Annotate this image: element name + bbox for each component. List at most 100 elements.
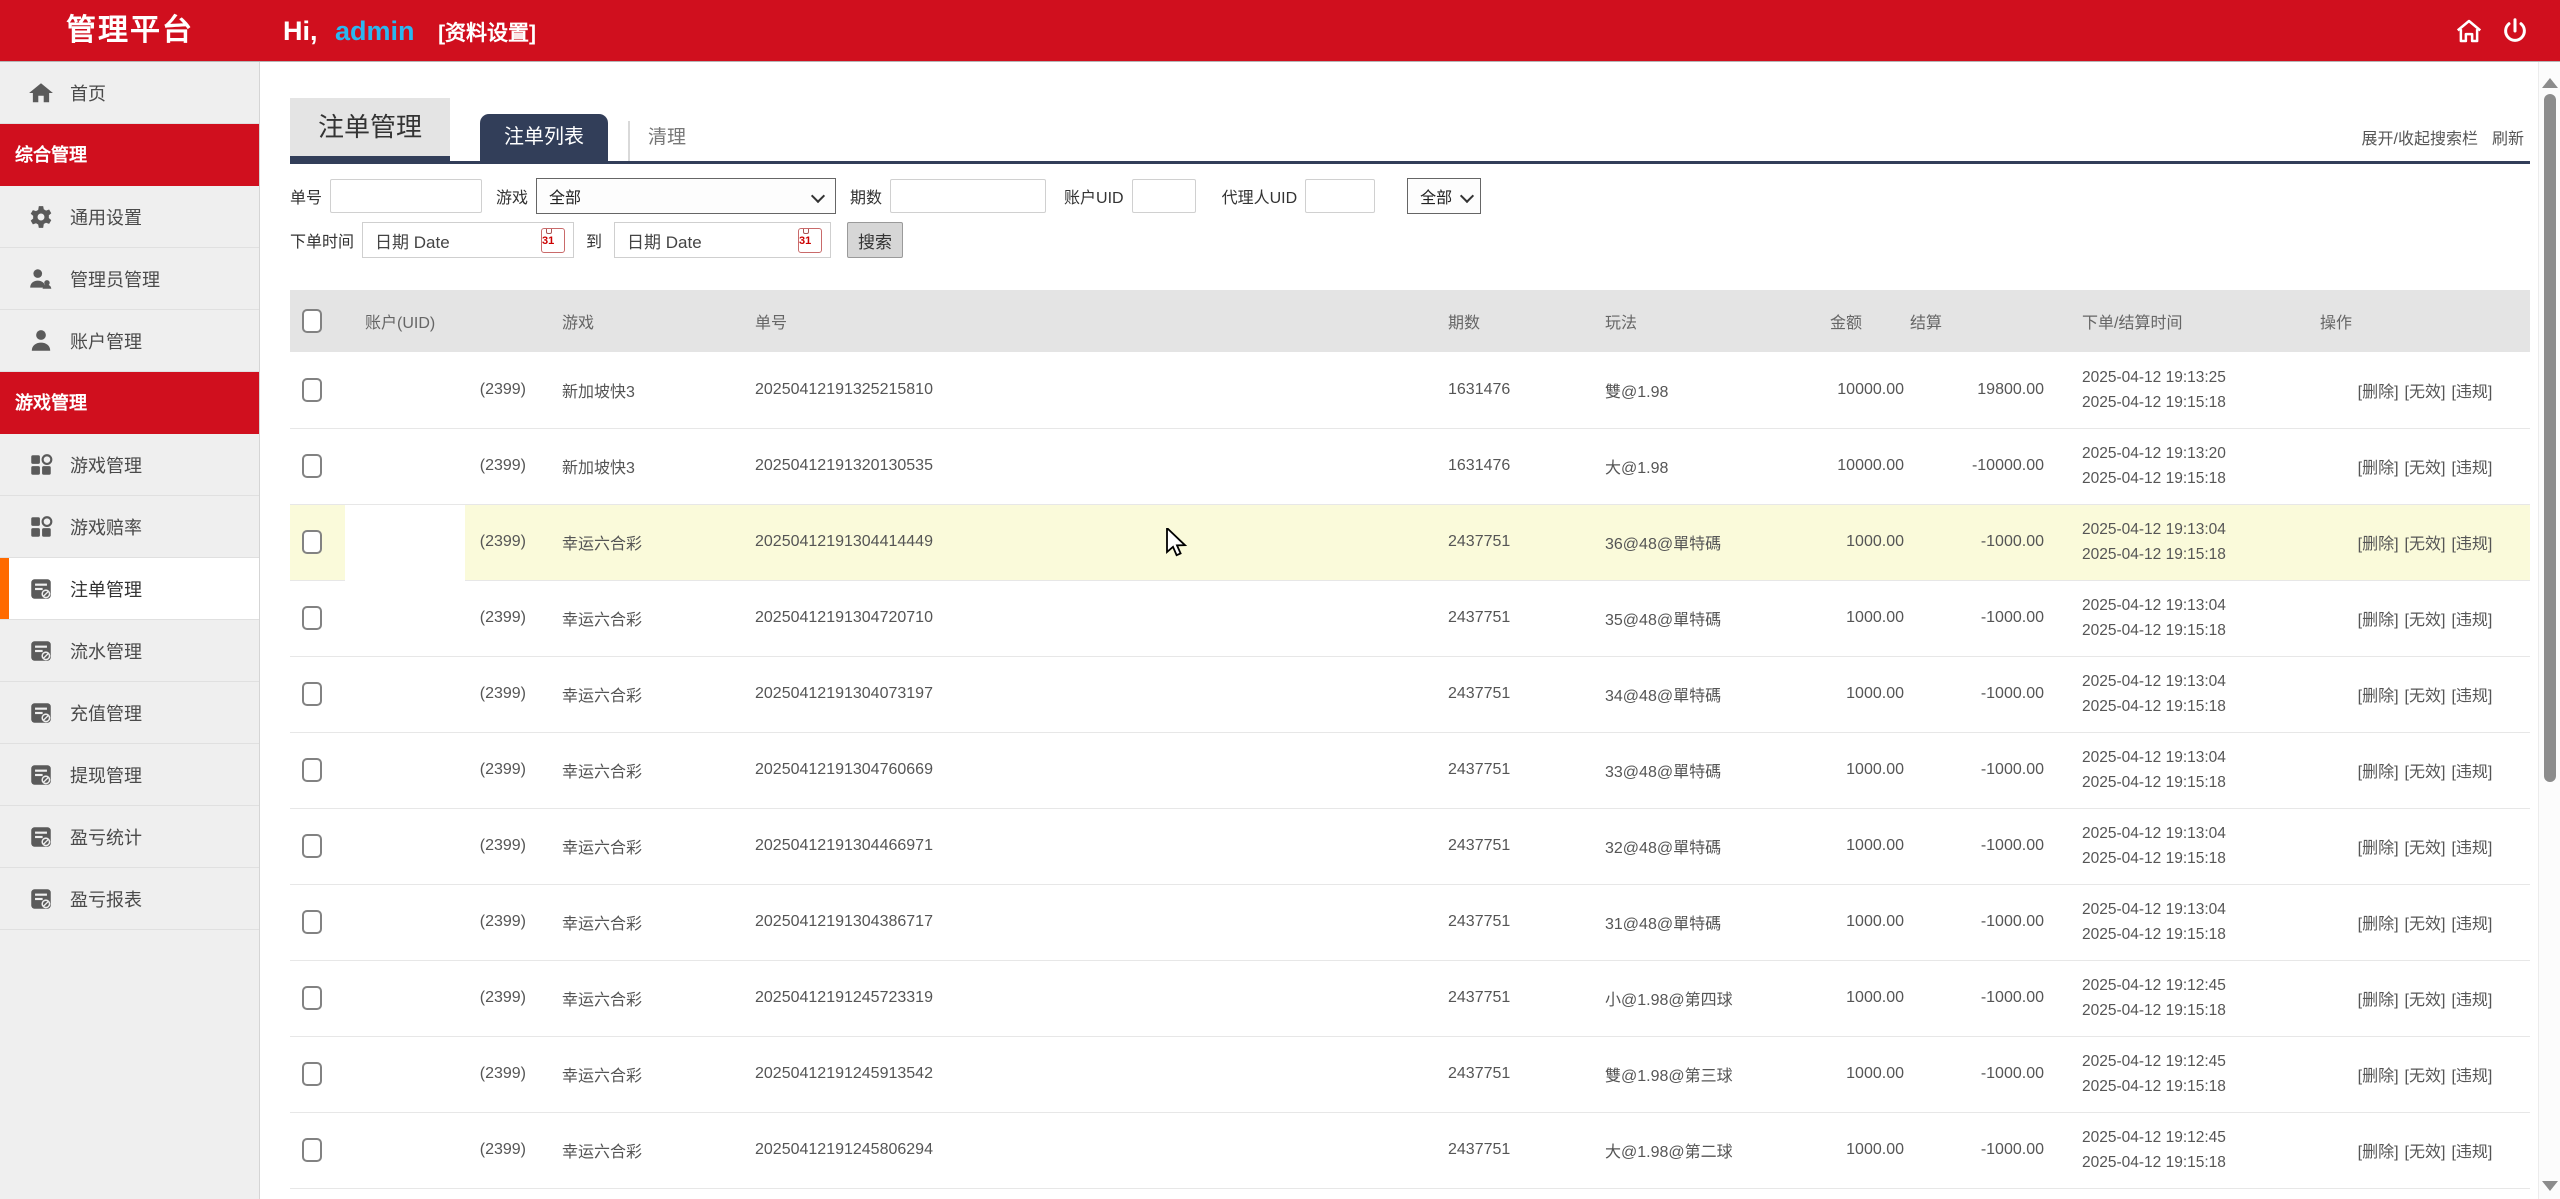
- table-row: (2399) 幸运六合彩 20250412191304073197 243775…: [290, 656, 2530, 732]
- delete-link[interactable]: [删除]: [2358, 1068, 2399, 1085]
- sidebar-item[interactable]: 通用设置: [0, 186, 259, 248]
- row-checkbox[interactable]: [302, 834, 322, 858]
- row-checkbox[interactable]: [302, 758, 322, 782]
- period-input[interactable]: [890, 179, 1046, 213]
- delete-link[interactable]: [删除]: [2358, 384, 2399, 401]
- refresh-link[interactable]: 刷新: [2492, 131, 2524, 148]
- scrollbar-thumb[interactable]: [2544, 94, 2556, 782]
- account-avatar-cell: [345, 656, 465, 732]
- table-header-row: 账户(UID) 游戏 单号 期数 玩法 金额 结算 下单/结算时间 操作: [290, 290, 2530, 352]
- scrollbar-up-arrow-icon[interactable]: [2542, 78, 2558, 88]
- date-to-input[interactable]: 日期 Date 31: [614, 222, 831, 258]
- doc-icon: [28, 700, 54, 726]
- row-operations: [删除] [无效] [违规]: [2320, 960, 2530, 1036]
- sidebar-item[interactable]: 游戏赔率: [0, 496, 259, 558]
- delete-link[interactable]: [删除]: [2358, 612, 2399, 629]
- game-select[interactable]: 全部: [536, 178, 836, 214]
- calendar-icon[interactable]: 31: [541, 228, 565, 253]
- home-icon[interactable]: [2454, 16, 2484, 46]
- period-number: 2437751: [1440, 808, 1565, 884]
- invalidate-link[interactable]: [无效]: [2405, 460, 2446, 477]
- violation-link[interactable]: [违规]: [2451, 612, 2492, 629]
- sidebar-item[interactable]: 游戏管理: [0, 434, 259, 496]
- sidebar-item[interactable]: 账户管理: [0, 310, 259, 372]
- delete-link[interactable]: [删除]: [2358, 916, 2399, 933]
- table-row: (2399) 新加坡快3 20250412191320130535 163147…: [290, 428, 2530, 504]
- invalidate-link[interactable]: [无效]: [2405, 688, 2446, 705]
- violation-link[interactable]: [违规]: [2451, 916, 2492, 933]
- tab-order-list[interactable]: 注单列表: [480, 114, 608, 161]
- date-to-placeholder: 日期 Date: [627, 228, 702, 253]
- order-no-input[interactable]: [330, 179, 482, 213]
- row-checkbox[interactable]: [302, 530, 322, 554]
- agent-uid-input[interactable]: [1305, 179, 1375, 213]
- bet-amount: 1000.00: [1830, 580, 1910, 656]
- select-all-checkbox[interactable]: [302, 309, 322, 333]
- table-row: (2399) 幸运六合彩 20250412191304760669 243775…: [290, 732, 2530, 808]
- delete-link[interactable]: [删除]: [2358, 992, 2399, 1009]
- order-number: 20250412191245913542: [720, 1036, 1440, 1112]
- invalidate-link[interactable]: [无效]: [2405, 1068, 2446, 1085]
- row-checkbox[interactable]: [302, 1138, 322, 1162]
- profile-settings-link[interactable]: [资料设置]: [438, 22, 536, 45]
- row-checkbox[interactable]: [302, 910, 322, 934]
- user-greeting: Hi, admin [资料设置]: [283, 0, 536, 65]
- order-number: 20250412191304386717: [720, 884, 1440, 960]
- delete-link[interactable]: [删除]: [2358, 460, 2399, 477]
- scrollbar-down-arrow-icon[interactable]: [2542, 1181, 2558, 1191]
- delete-link[interactable]: [删除]: [2358, 688, 2399, 705]
- account-uid-input[interactable]: [1132, 179, 1196, 213]
- sidebar-item[interactable]: 盈亏统计: [0, 806, 259, 868]
- settle-amount: -1000.00: [1910, 504, 2050, 580]
- play-type: 36@48@單特碼: [1565, 504, 1830, 580]
- sidebar-item[interactable]: 提现管理: [0, 744, 259, 806]
- sidebar-item[interactable]: 盈亏报表: [0, 868, 259, 930]
- violation-link[interactable]: [违规]: [2451, 460, 2492, 477]
- violation-link[interactable]: [违规]: [2451, 536, 2492, 553]
- status-select[interactable]: 全部: [1407, 178, 1481, 214]
- row-checkbox[interactable]: [302, 378, 322, 402]
- invalidate-link[interactable]: [无效]: [2405, 612, 2446, 629]
- to-label: 到: [586, 228, 602, 252]
- delete-link[interactable]: [删除]: [2358, 764, 2399, 781]
- row-checkbox[interactable]: [302, 606, 322, 630]
- calendar-icon[interactable]: 31: [798, 228, 822, 253]
- invalidate-link[interactable]: [无效]: [2405, 1144, 2446, 1161]
- toggle-search-bar-link[interactable]: 展开/收起搜索栏: [2362, 131, 2478, 148]
- invalidate-link[interactable]: [无效]: [2405, 536, 2446, 553]
- sidebar-item[interactable]: 首页: [0, 62, 259, 124]
- violation-link[interactable]: [违规]: [2451, 1068, 2492, 1085]
- invalidate-link[interactable]: [无效]: [2405, 764, 2446, 781]
- violation-link[interactable]: [违规]: [2451, 384, 2492, 401]
- invalidate-link[interactable]: [无效]: [2405, 916, 2446, 933]
- account-uid: (2399): [465, 656, 530, 732]
- violation-link[interactable]: [违规]: [2451, 992, 2492, 1009]
- delete-link[interactable]: [删除]: [2358, 536, 2399, 553]
- row-checkbox[interactable]: [302, 682, 322, 706]
- row-checkbox[interactable]: [302, 1062, 322, 1086]
- row-checkbox[interactable]: [302, 454, 322, 478]
- invalidate-link[interactable]: [无效]: [2405, 992, 2446, 1009]
- delete-link[interactable]: [删除]: [2358, 840, 2399, 857]
- delete-link[interactable]: [删除]: [2358, 1144, 2399, 1161]
- sidebar-item[interactable]: 注单管理: [0, 558, 259, 620]
- sidebar-item[interactable]: 充值管理: [0, 682, 259, 744]
- account-uid: (2399): [465, 732, 530, 808]
- search-button[interactable]: 搜索: [847, 222, 903, 258]
- sidebar: 首页 综合管理 通用设置 管理员管理 账户管理 游戏管理 游戏管理 游戏赔率 注…: [0, 62, 260, 1199]
- violation-link[interactable]: [违规]: [2451, 688, 2492, 705]
- logout-power-icon[interactable]: [2500, 16, 2530, 46]
- tab-cleanup[interactable]: 清理: [628, 121, 686, 161]
- settle-amount: -1000.00: [1910, 732, 2050, 808]
- invalidate-link[interactable]: [无效]: [2405, 384, 2446, 401]
- violation-link[interactable]: [违规]: [2451, 840, 2492, 857]
- violation-link[interactable]: [违规]: [2451, 1144, 2492, 1161]
- period-label: 期数: [850, 184, 882, 208]
- sidebar-item[interactable]: 管理员管理: [0, 248, 259, 310]
- invalidate-link[interactable]: [无效]: [2405, 840, 2446, 857]
- sidebar-item[interactable]: 流水管理: [0, 620, 259, 682]
- game-name: 幸运六合彩: [530, 656, 720, 732]
- date-from-input[interactable]: 日期 Date 31: [362, 222, 574, 258]
- violation-link[interactable]: [违规]: [2451, 764, 2492, 781]
- row-checkbox[interactable]: [302, 986, 322, 1010]
